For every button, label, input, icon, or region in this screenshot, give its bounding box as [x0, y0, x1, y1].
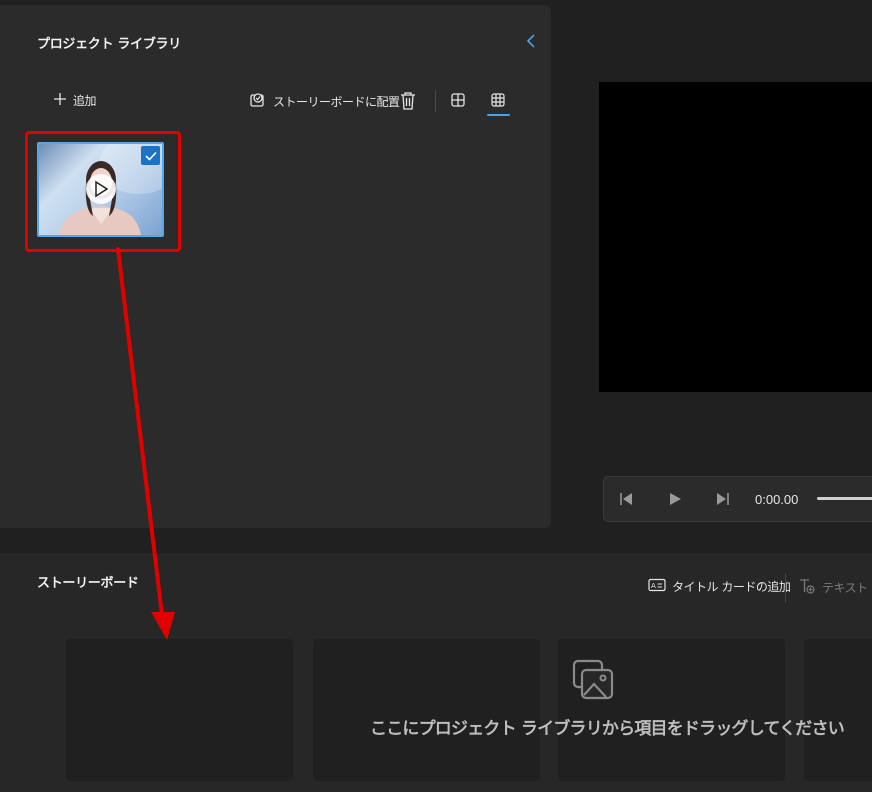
playback-time: 0:00.00 — [755, 492, 799, 507]
add-button-label: 追加 — [73, 94, 97, 108]
toolbar-divider — [435, 90, 436, 112]
small-grid-icon[interactable] — [490, 92, 506, 108]
thumbnail-play-icon[interactable] — [86, 174, 116, 204]
storyboard-drop-message: ここにプロジェクト ライブラリから項目をドラッグしてください — [370, 719, 845, 739]
plus-icon — [53, 92, 67, 109]
storyboard-slot[interactable] — [804, 639, 872, 781]
place-button-label: ストーリーボードに配置 — [273, 95, 400, 109]
text-button-label: テキスト — [822, 581, 868, 595]
storyboard-slot[interactable] — [313, 639, 540, 781]
chevron-left-icon[interactable] — [524, 33, 538, 49]
storyboard-place-icon — [249, 92, 267, 111]
selected-view-indicator — [487, 114, 510, 116]
title-card-icon: A — [648, 578, 666, 595]
video-preview — [599, 82, 872, 392]
seek-slider[interactable] — [817, 497, 872, 500]
text-add-icon — [798, 578, 816, 597]
selected-check-icon[interactable] — [141, 146, 160, 165]
media-drop-icon — [572, 659, 616, 701]
project-library-title: プロジェクト ライブラリ — [37, 37, 181, 52]
svg-text:A: A — [651, 582, 656, 590]
text-button[interactable]: テキスト — [798, 578, 868, 597]
place-in-storyboard-button[interactable]: ストーリーボードに配置 — [249, 92, 400, 111]
skip-forward-icon[interactable] — [715, 491, 731, 507]
add-title-card-button[interactable]: A タイトル カードの追加 — [648, 578, 791, 595]
add-title-card-label: タイトル カードの追加 — [672, 580, 791, 594]
skip-back-icon[interactable] — [618, 491, 634, 507]
large-grid-icon[interactable] — [450, 92, 466, 108]
trash-icon[interactable] — [399, 91, 417, 111]
play-icon[interactable] — [667, 491, 683, 507]
storyboard-toolbar-divider — [785, 573, 786, 603]
add-button[interactable]: 追加 — [53, 92, 97, 109]
storyboard-title: ストーリーボード — [37, 576, 139, 591]
storyboard-slot[interactable] — [66, 639, 293, 781]
project-library-panel — [0, 5, 551, 528]
